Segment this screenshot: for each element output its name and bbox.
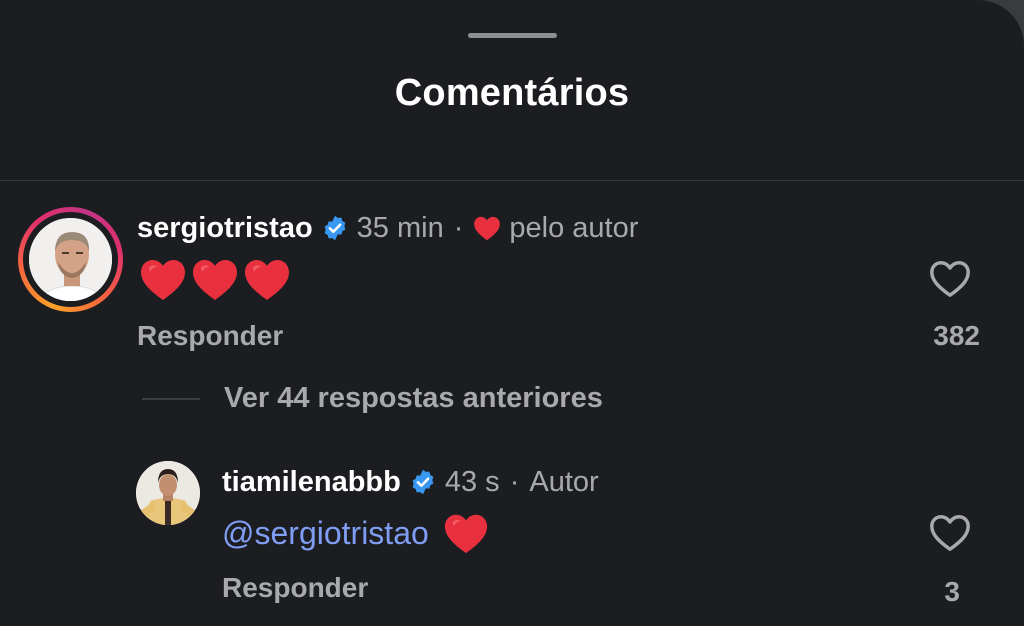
comment-text <box>139 255 291 303</box>
comment-like-count[interactable]: 382 <box>933 320 980 352</box>
reply-avatar[interactable] <box>136 461 200 525</box>
reply-reply-button[interactable]: Responder <box>222 572 368 604</box>
sheet-title: Comentários <box>394 72 630 114</box>
author-label: Autor <box>529 465 599 498</box>
story-ring[interactable] <box>18 207 123 312</box>
verified-badge-icon <box>409 468 437 496</box>
liked-by-author-label: pelo autor <box>509 211 639 244</box>
avatar <box>29 218 112 301</box>
comments-sheet: Comentários sergiotristao 35 min · pelo … <box>0 0 1024 626</box>
heart-emoji-icon <box>443 511 489 555</box>
reply-username[interactable]: tiamilenabbb <box>222 466 401 499</box>
separator-dot: · <box>453 211 464 244</box>
comment-username[interactable]: sergiotristao <box>137 212 313 245</box>
comment-time: 35 min <box>356 211 444 244</box>
comment-reply-button[interactable]: Responder <box>137 320 283 352</box>
header-divider <box>0 180 1024 181</box>
heart-emoji-icon <box>473 215 501 241</box>
reply-time: 43 s <box>444 465 500 498</box>
reply-text: @sergiotristao <box>222 510 489 556</box>
heart-emoji-icon <box>139 256 187 302</box>
replies-divider-line <box>142 398 200 400</box>
view-replies-button[interactable]: Ver 44 respostas anteriores <box>224 382 603 415</box>
separator-dot: · <box>509 465 520 498</box>
heart-emoji-icon <box>243 256 291 302</box>
reply-like-count[interactable]: 3 <box>944 576 960 608</box>
comment-header: sergiotristao 35 min · pelo autor <box>137 208 638 248</box>
heart-emoji-icon <box>191 256 239 302</box>
verified-badge-icon <box>321 214 349 242</box>
mention-link[interactable]: @sergiotristao <box>222 515 429 552</box>
reply-header: tiamilenabbb 43 s · Autor <box>222 462 599 502</box>
heart-outline-icon[interactable] <box>928 258 972 298</box>
drag-handle[interactable] <box>468 33 557 38</box>
heart-outline-icon[interactable] <box>928 512 972 552</box>
